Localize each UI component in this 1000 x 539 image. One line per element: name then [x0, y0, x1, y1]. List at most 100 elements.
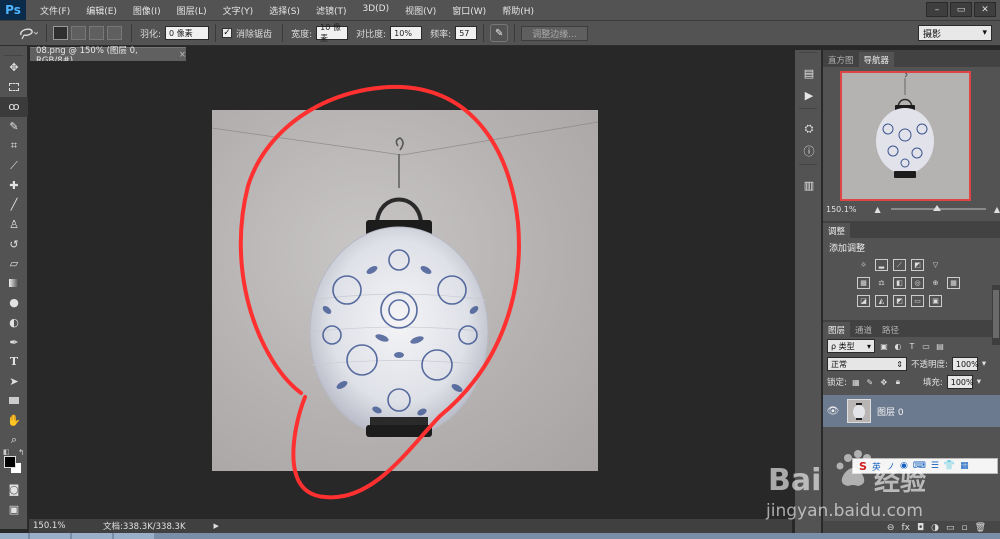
- photo-filter-icon[interactable]: ◎: [911, 277, 924, 289]
- selective-color-icon[interactable]: ▣: [929, 295, 942, 307]
- taskbar-item[interactable]: [72, 533, 112, 539]
- marquee-tool-icon[interactable]: [0, 78, 28, 98]
- lock-position-icon[interactable]: ✥: [879, 377, 889, 387]
- filter-type-icon[interactable]: T: [907, 341, 917, 351]
- lock-pixels-icon[interactable]: ✎: [865, 377, 875, 387]
- ime-punctuation-icon[interactable]: ノ: [886, 460, 895, 473]
- brush-tool-icon[interactable]: ╱: [0, 195, 28, 215]
- blur-tool-icon[interactable]: ●: [0, 293, 28, 313]
- trash-icon[interactable]: 🗑: [975, 523, 986, 533]
- opacity-dropdown-icon[interactable]: ▾: [982, 359, 986, 369]
- dodge-tool-icon[interactable]: ◐: [0, 313, 28, 333]
- eraser-tool-icon[interactable]: ▱: [0, 254, 28, 274]
- restore-button[interactable]: ▭: [950, 2, 972, 17]
- strip-grip[interactable]: [799, 52, 817, 60]
- levels-icon[interactable]: ▂: [875, 259, 888, 271]
- workspace-switcher[interactable]: 摄影 ▾: [918, 25, 992, 41]
- history-icon[interactable]: ▥: [795, 174, 823, 196]
- mask-icon[interactable]: ◘: [917, 523, 924, 533]
- toolbar-grip[interactable]: [4, 48, 23, 56]
- fill-dropdown-icon[interactable]: ▾: [977, 377, 981, 387]
- panel-scrollbar-thumb[interactable]: [993, 290, 999, 338]
- zoom-slider-knob[interactable]: [932, 205, 941, 211]
- invert-icon[interactable]: ◪: [857, 295, 870, 307]
- exposure-icon[interactable]: ◩: [911, 259, 924, 271]
- menu-edit[interactable]: 编辑(E): [78, 4, 125, 17]
- magnetic-lasso-tool-icon[interactable]: ꝏ: [0, 97, 28, 117]
- minimize-button[interactable]: –: [926, 2, 948, 17]
- filter-adjustment-icon[interactable]: ◐: [893, 341, 903, 351]
- ime-toolbox-icon[interactable]: ▦: [960, 461, 969, 471]
- status-menu-arrow-icon[interactable]: ▶: [214, 522, 219, 530]
- type-tool-icon[interactable]: T: [0, 352, 28, 372]
- gradient-tool-icon[interactable]: [0, 274, 28, 294]
- ime-menu-icon[interactable]: ☰: [931, 461, 939, 471]
- menu-image[interactable]: 图像(I): [125, 4, 169, 17]
- intersect-selection-button[interactable]: [107, 26, 122, 40]
- menu-type[interactable]: 文字(Y): [215, 4, 262, 17]
- tablet-pressure-button[interactable]: ✎: [490, 24, 509, 42]
- curves-icon[interactable]: ⟋: [893, 259, 906, 271]
- play-actions-icon[interactable]: ▶: [795, 84, 823, 106]
- contrast-input[interactable]: 10%: [390, 26, 423, 40]
- feather-input[interactable]: 0 像素: [165, 26, 210, 40]
- subtract-from-selection-button[interactable]: [89, 26, 104, 40]
- ime-english-toggle[interactable]: 英: [872, 460, 881, 473]
- filter-smart-icon[interactable]: ▤: [935, 341, 945, 351]
- frequency-input[interactable]: 57: [455, 26, 478, 40]
- posterize-icon[interactable]: ◭: [875, 295, 888, 307]
- color-lookup-icon[interactable]: ▦: [947, 277, 960, 289]
- quick-select-tool-icon[interactable]: ✎: [0, 117, 28, 137]
- menu-filter[interactable]: 滤镜(T): [308, 4, 355, 17]
- swap-colors-icon[interactable]: ↰: [18, 448, 25, 457]
- menu-help[interactable]: 帮助(H): [494, 4, 542, 17]
- tab-paths[interactable]: 路径: [877, 322, 904, 337]
- crop-tool-icon[interactable]: ⌗: [0, 136, 28, 156]
- brightness-icon[interactable]: ☼: [857, 259, 870, 271]
- threshold-icon[interactable]: ◩: [893, 295, 906, 307]
- screen-mode-icon[interactable]: ▣: [0, 499, 28, 519]
- menu-select[interactable]: 选择(S): [261, 4, 308, 17]
- ime-logo-icon[interactable]: S: [859, 460, 867, 473]
- color-balance-icon[interactable]: ⚖: [875, 277, 888, 289]
- ime-emoji-icon[interactable]: ◉: [900, 461, 908, 471]
- tool-preset-picker[interactable]: [16, 24, 40, 42]
- adjustment-icon[interactable]: ◑: [931, 523, 939, 533]
- filter-pixel-icon[interactable]: ▣: [879, 341, 889, 351]
- filter-shape-icon[interactable]: ▭: [921, 341, 931, 351]
- menu-layer[interactable]: 图层(L): [169, 4, 215, 17]
- taskbar-item[interactable]: [114, 533, 154, 539]
- fill-input[interactable]: 100%: [946, 375, 974, 389]
- taskbar-item[interactable]: [30, 533, 70, 539]
- navigator-preview[interactable]: [840, 71, 971, 201]
- menu-3d[interactable]: 3D(D): [354, 4, 397, 17]
- start-button[interactable]: [0, 533, 28, 539]
- antialias-checkbox[interactable]: ✓: [222, 28, 233, 38]
- tab-navigator[interactable]: 导航器: [858, 52, 895, 67]
- quick-mask-icon[interactable]: ◙: [0, 480, 28, 500]
- channel-mixer-icon[interactable]: ⊕: [929, 277, 942, 289]
- tab-histogram[interactable]: 直方图: [823, 52, 859, 67]
- clone-stamp-tool-icon[interactable]: ♙: [0, 215, 28, 235]
- visibility-eye-icon[interactable]: 👁︎: [823, 406, 843, 417]
- menu-file[interactable]: 文件(F): [32, 4, 78, 17]
- move-tool-icon[interactable]: ✥: [0, 58, 28, 78]
- vibrance-icon[interactable]: ▽: [929, 259, 942, 271]
- black-white-icon[interactable]: ◧: [893, 277, 906, 289]
- zoom-in-icon[interactable]: ▲: [994, 205, 1000, 214]
- refine-edge-button[interactable]: 调整边缘...: [521, 25, 588, 41]
- blend-mode-select[interactable]: 正常 ⇕: [827, 357, 907, 371]
- canvas-area[interactable]: [29, 61, 792, 519]
- close-tab-icon[interactable]: ×: [179, 50, 186, 60]
- hand-tool-icon[interactable]: ✋: [0, 411, 28, 431]
- properties-icon[interactable]: ⛭: [795, 118, 823, 140]
- ime-keyboard-icon[interactable]: ⌨: [913, 461, 926, 471]
- gradient-map-icon[interactable]: ▭: [911, 295, 924, 307]
- new-layer-icon[interactable]: ▫: [961, 523, 967, 533]
- eyedropper-tool-icon[interactable]: ⟋: [0, 156, 28, 176]
- close-button[interactable]: ✕: [974, 2, 996, 17]
- foreground-color[interactable]: [4, 455, 16, 468]
- default-colors-icon[interactable]: ◧: [3, 448, 10, 456]
- pen-tool-icon[interactable]: ✒: [0, 332, 28, 352]
- zoom-slider[interactable]: [890, 205, 986, 211]
